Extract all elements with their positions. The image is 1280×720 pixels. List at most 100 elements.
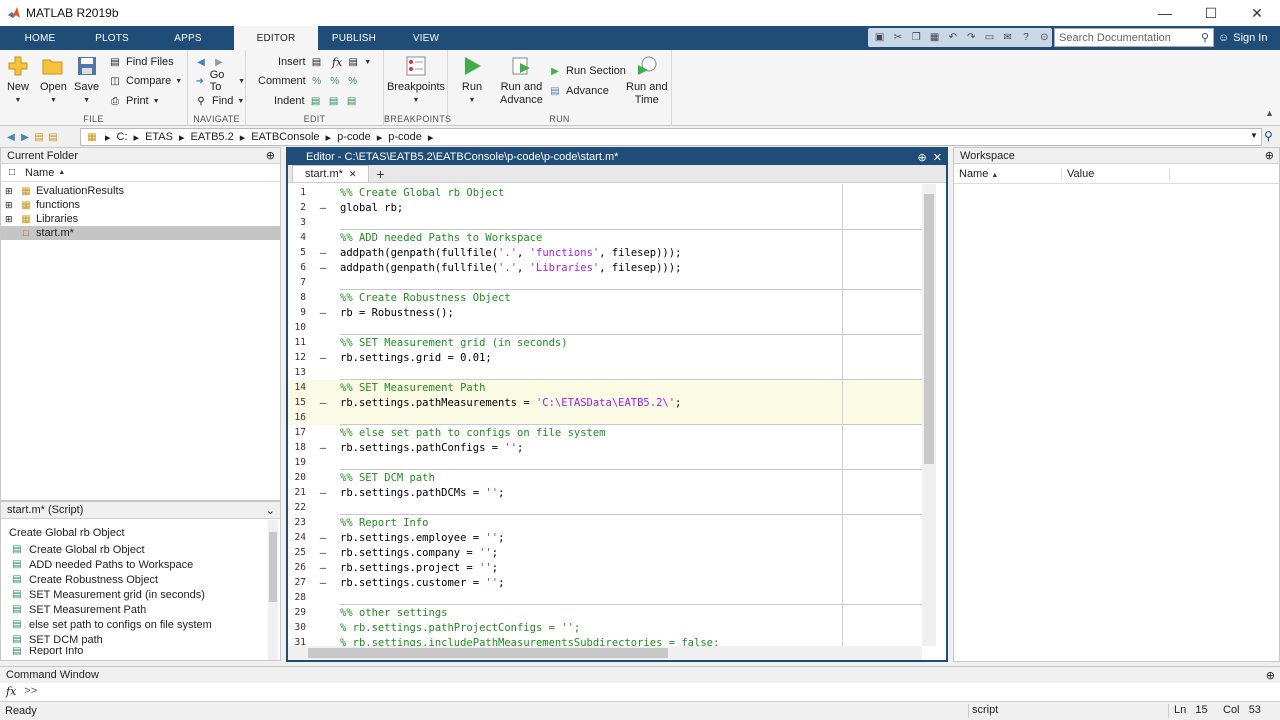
editor-menu-icon[interactable]: ⊕ (917, 152, 926, 164)
section-item[interactable]: ▤ SET Measurement grid (in seconds) (1, 587, 280, 602)
editor-tab-start[interactable]: start.m* ✕ (292, 165, 370, 182)
switch-windows-icon[interactable]: ▭ (982, 31, 997, 45)
section-item[interactable]: ▤ SET DCM path (1, 632, 280, 647)
undo-icon[interactable]: ↶ (945, 31, 960, 45)
indent-button[interactable]: Indent ▤ ▤ ▤ (274, 92, 359, 110)
tab-editor[interactable]: EDITOR (234, 26, 318, 50)
run-and-time-button[interactable]: Run and Time (626, 54, 668, 107)
code-line[interactable]: 17 %% else set path to configs on file sy… (288, 425, 922, 440)
code-line[interactable]: 19 (288, 455, 922, 470)
code-line[interactable]: 27— rb.settings.customer = ''; (288, 575, 922, 590)
details-scrollbar[interactable] (268, 520, 278, 660)
path-segment[interactable]: p-code (337, 131, 371, 143)
tab-apps[interactable]: APPS (152, 26, 224, 50)
code-line[interactable]: 12— rb.settings.grid = 0.01; (288, 350, 922, 365)
details-collapse-icon[interactable]: ⌄ (266, 504, 275, 517)
workspace-value-column[interactable]: Value (1062, 167, 1170, 180)
open-button[interactable]: Open ▼ (40, 54, 67, 107)
expand-icon[interactable]: ⊞ (5, 200, 19, 211)
tab-home[interactable]: HOME (4, 26, 76, 50)
options-icon[interactable]: ⊙ (1037, 31, 1052, 45)
tab-plots[interactable]: PLOTS (76, 26, 148, 50)
code-line[interactable]: 29 %% other settings (288, 605, 922, 620)
breakpoint-gutter[interactable]: — (306, 202, 340, 214)
code-line[interactable]: 23 %% Report Info (288, 515, 922, 530)
find-button[interactable]: ⚲ Find ▼ (194, 92, 244, 110)
browse-folder-icon[interactable]: ▤ (46, 130, 60, 144)
section-item[interactable]: ▤ Create Robustness Object (1, 572, 280, 587)
new-tab-plus-icon[interactable]: + (369, 165, 391, 182)
command-input[interactable]: fx >> (0, 683, 1280, 699)
code-line[interactable]: 10 (288, 320, 922, 335)
path-segment[interactable]: EATB5.2 (191, 131, 234, 143)
run-and-advance-button[interactable]: Run and Advance (500, 54, 543, 107)
path-dropdown-icon[interactable]: ▼ (1250, 131, 1258, 140)
minimize-button[interactable]: — (1142, 0, 1188, 26)
decrease-indent-icon[interactable]: ▤ (345, 94, 359, 108)
breakpoint-gutter[interactable]: — (306, 247, 340, 259)
code-line[interactable]: 4 %% ADD needed Paths to Workspace (288, 230, 922, 245)
code-line[interactable]: 9— rb = Robustness(); (288, 305, 922, 320)
code-line[interactable]: 21— rb.settings.pathDCMs = ''; (288, 485, 922, 500)
section-item[interactable]: ▤ ADD needed Paths to Workspace (1, 557, 280, 572)
cut-icon[interactable]: ✂ (890, 31, 905, 45)
code-line[interactable]: 11 %% SET Measurement grid (in seconds) (288, 335, 922, 350)
editor-horizontal-scrollbar[interactable] (288, 646, 922, 660)
editor-close-icon[interactable]: ✕ (933, 152, 942, 164)
arrow-right-icon[interactable]: ▶ (212, 55, 226, 69)
code-line[interactable]: 22 (288, 500, 922, 515)
current-path-breadcrumb[interactable]: ▦ ▸ C: ▸ ETAS ▸ EATB5.2 ▸ EATBConsole ▸ p-cod… (80, 128, 1262, 146)
search-icon[interactable]: ⚲ (1201, 31, 1209, 44)
code-line[interactable]: 13 (288, 365, 922, 380)
code-line[interactable]: 18— rb.settings.pathConfigs = ''; (288, 440, 922, 455)
sign-in-link[interactable]: ☺ Sign In (1218, 29, 1267, 47)
code-line[interactable]: 14 %% SET Measurement Path (288, 380, 922, 395)
path-segment[interactable]: ETAS (145, 131, 173, 143)
section-item[interactable]: ▤ SET Measurement Path (1, 602, 280, 617)
tab-view[interactable]: VIEW (390, 26, 462, 50)
folder-row[interactable]: ⊞ ▦ EvaluationResults (1, 184, 280, 198)
breakpoints-button[interactable]: Breakpoints ▼ (387, 54, 445, 107)
name-column-header[interactable]: □ Name ▲ (1, 164, 280, 182)
code-line[interactable]: 20 %% SET DCM path (288, 470, 922, 485)
breakpoint-gutter[interactable]: — (306, 397, 340, 409)
path-segment[interactable]: C: (117, 131, 128, 143)
path-search-icon[interactable]: ⚲ (1264, 129, 1273, 143)
tab-publish[interactable]: PUBLISH (318, 26, 390, 50)
wrap-comment-icon[interactable]: % (346, 74, 360, 88)
code-line[interactable]: 15— rb.settings.pathMeasurements = 'C:\ET… (288, 395, 922, 410)
code-line[interactable]: 1 %% Create Global rb Object (288, 185, 922, 200)
fx-insert-function-button[interactable]: fx ▤ ▼ (332, 53, 371, 71)
code-line[interactable]: 7 (288, 275, 922, 290)
breakpoint-gutter[interactable]: — (306, 307, 340, 319)
save-icon[interactable]: ▣ (872, 31, 887, 45)
print-button[interactable]: ⎙ Print ▼ (108, 92, 160, 110)
code-line[interactable]: 5— addpath(genpath(fullfile('.', 'functio… (288, 245, 922, 260)
collapse-ribbon-icon[interactable]: ▲ (1265, 108, 1274, 118)
advance-button[interactable]: ▤ Advance (548, 82, 609, 100)
code-line[interactable]: 3 (288, 215, 922, 230)
section-item[interactable]: ▤ else set path to configs on file system (1, 617, 280, 632)
section-item[interactable]: ▤ Report Info (1, 647, 280, 655)
code-line[interactable]: 16 (288, 410, 922, 425)
run-button[interactable]: Run ▼ (460, 54, 484, 107)
maximize-button[interactable]: ☐ (1188, 0, 1234, 26)
compare-button[interactable]: ◫ Compare ▼ (108, 72, 182, 90)
path-segment[interactable]: EATBConsole (251, 131, 319, 143)
arrow-left-icon[interactable]: ◀ (194, 55, 208, 69)
code-line[interactable]: 25— rb.settings.company = ''; (288, 545, 922, 560)
folder-row[interactable]: ⊞ ▦ Libraries (1, 212, 280, 226)
copy-icon[interactable]: ❐ (909, 31, 924, 45)
code-line[interactable]: 2— global rb; (288, 200, 922, 215)
code-line[interactable]: 31 % rb.settings.includePathMeasurementsS… (288, 635, 922, 647)
folder-row[interactable]: ⊞ ▦ functions (1, 198, 280, 212)
path-segment[interactable]: p-code (388, 131, 422, 143)
file-row-selected[interactable]: □ start.m* (1, 226, 280, 240)
workspace-menu-icon[interactable]: ⊕ (1265, 149, 1274, 162)
breakpoint-gutter[interactable]: — (306, 352, 340, 364)
up-folder-icon[interactable]: ▤ (32, 130, 46, 144)
breakpoint-gutter[interactable]: — (306, 487, 340, 499)
breakpoint-gutter[interactable]: — (306, 262, 340, 274)
community-icon[interactable]: ✉ (1000, 31, 1015, 45)
find-files-button[interactable]: ▤ Find Files (108, 53, 173, 71)
